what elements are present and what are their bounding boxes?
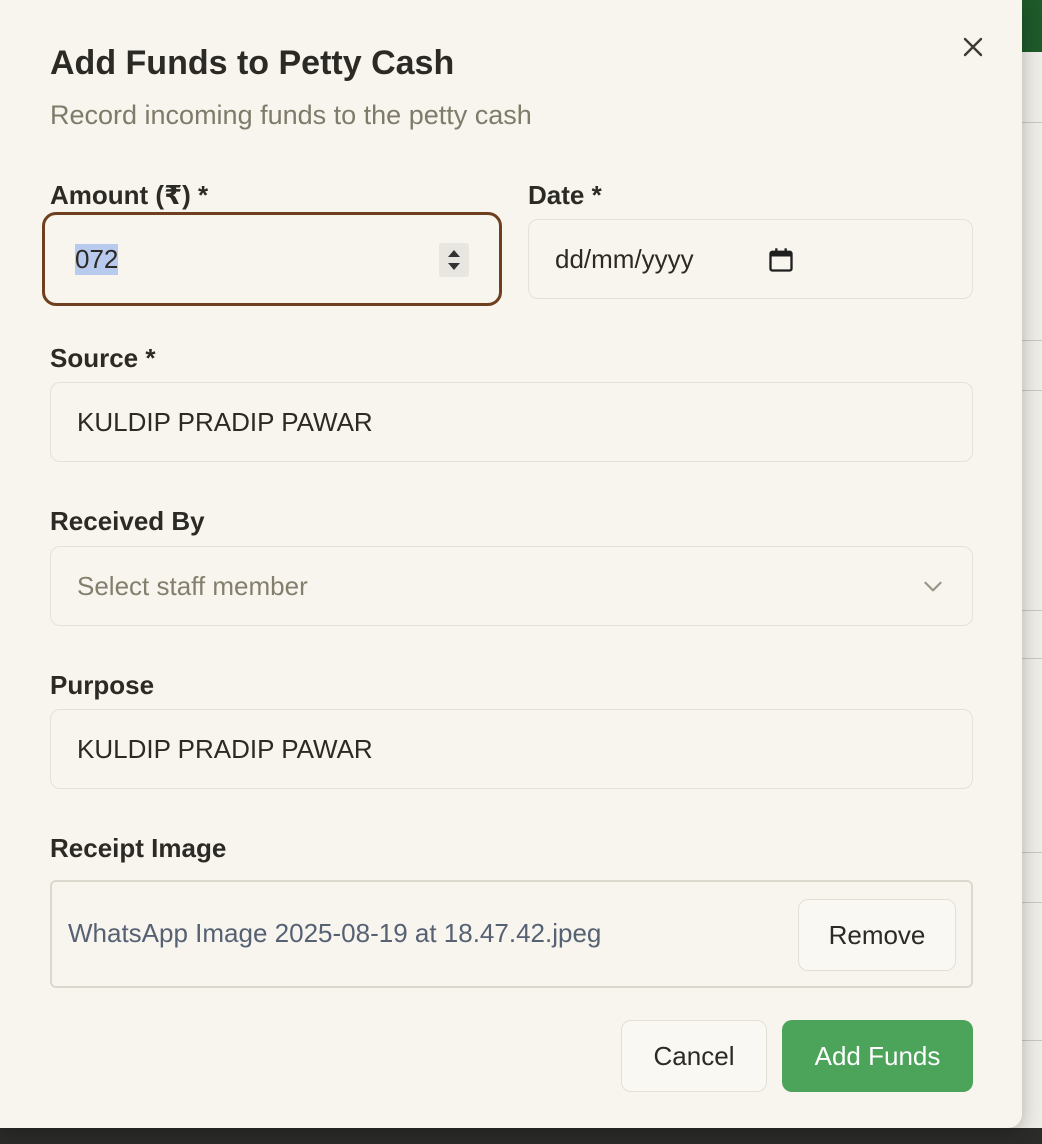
background-divider (1022, 122, 1042, 123)
date-input[interactable]: dd/mm/yyyy (528, 219, 973, 299)
background-divider (1022, 1040, 1042, 1041)
dialog-title: Add Funds to Petty Cash (50, 44, 455, 82)
chevron-down-icon (924, 581, 942, 592)
source-input[interactable]: KULDIP PRADIP PAWAR (50, 382, 973, 462)
source-value: KULDIP PRADIP PAWAR (77, 406, 373, 437)
background-divider (1022, 340, 1042, 341)
receipt-image-label: Receipt Image (50, 833, 227, 863)
add-funds-dialog: Add Funds to Petty Cash Record incoming … (0, 0, 1022, 1128)
purpose-label: Purpose (50, 670, 155, 700)
amount-input[interactable]: 072 (42, 212, 502, 306)
background-divider (1022, 610, 1042, 611)
receipt-file-box: WhatsApp Image 2025-08-19 at 18.47.42.jp… (50, 880, 973, 988)
add-funds-button[interactable]: Add Funds (782, 1020, 973, 1092)
background-divider (1022, 390, 1042, 391)
background-divider (1022, 852, 1042, 853)
date-placeholder: dd/mm/yyyy (555, 243, 694, 274)
amount-label: Amount (₹) * (50, 180, 209, 210)
purpose-value: KULDIP PRADIP PAWAR (77, 733, 373, 764)
received-by-label: Received By (50, 506, 205, 536)
remove-file-button[interactable]: Remove (798, 899, 956, 971)
receipt-file-name: WhatsApp Image 2025-08-19 at 18.47.42.jp… (68, 918, 602, 948)
dialog-subtitle: Record incoming funds to the petty cash (50, 100, 532, 130)
received-by-select[interactable]: Select staff member (50, 546, 973, 626)
close-button[interactable] (958, 32, 988, 62)
cancel-button[interactable]: Cancel (621, 1020, 767, 1092)
amount-stepper[interactable] (439, 243, 469, 277)
date-label: Date * (528, 180, 602, 210)
purpose-input[interactable]: KULDIP PRADIP PAWAR (50, 709, 973, 789)
background-divider (1022, 658, 1042, 659)
stepper-arrows-icon (448, 250, 460, 270)
received-by-placeholder: Select staff member (77, 570, 308, 601)
close-icon (963, 37, 983, 57)
background-bottom (0, 1128, 1042, 1144)
background-divider (1022, 902, 1042, 903)
amount-value: 072 (75, 243, 119, 275)
calendar-icon[interactable] (767, 246, 795, 274)
source-label: Source * (50, 343, 156, 373)
